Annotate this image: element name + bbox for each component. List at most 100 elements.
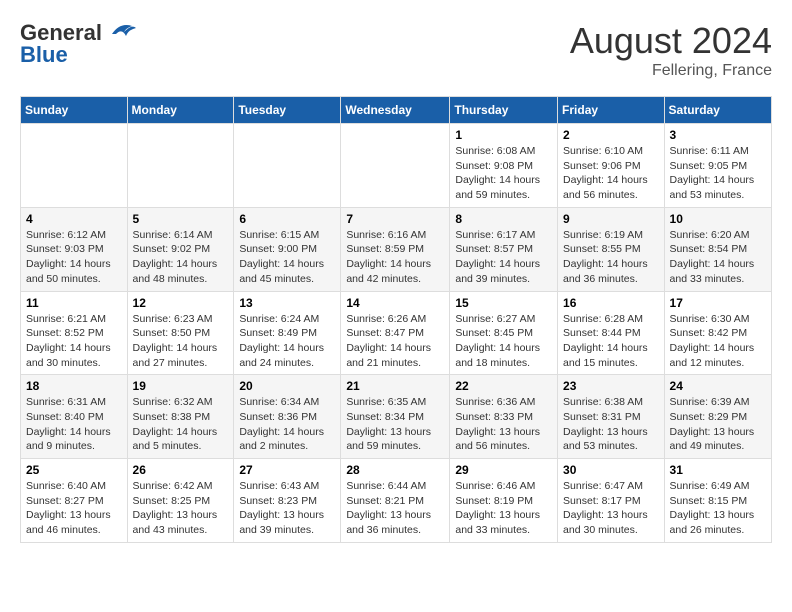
day-number: 22 (455, 379, 552, 393)
weekday-header-saturday: Saturday (664, 97, 771, 124)
calendar-header-row: SundayMondayTuesdayWednesdayThursdayFrid… (21, 97, 772, 124)
day-info: Sunrise: 6:28 AMSunset: 8:44 PMDaylight:… (563, 312, 659, 371)
day-number: 28 (346, 463, 444, 477)
day-number: 2 (563, 128, 659, 142)
logo-bird-icon (104, 20, 136, 42)
month-year-title: August 2024 (570, 20, 772, 62)
day-info: Sunrise: 6:47 AMSunset: 8:17 PMDaylight:… (563, 479, 659, 538)
day-number: 27 (239, 463, 335, 477)
day-number: 26 (133, 463, 229, 477)
weekday-header-tuesday: Tuesday (234, 97, 341, 124)
day-info: Sunrise: 6:16 AMSunset: 8:59 PMDaylight:… (346, 228, 444, 287)
day-info: Sunrise: 6:30 AMSunset: 8:42 PMDaylight:… (670, 312, 766, 371)
day-info: Sunrise: 6:08 AMSunset: 9:08 PMDaylight:… (455, 144, 552, 203)
calendar-cell-16: 12 Sunrise: 6:23 AMSunset: 8:50 PMDayligh… (127, 291, 234, 375)
weekday-header-friday: Friday (558, 97, 665, 124)
day-number: 12 (133, 296, 229, 310)
day-number: 29 (455, 463, 552, 477)
day-number: 6 (239, 212, 335, 226)
calendar-cell-12: 8 Sunrise: 6:17 AMSunset: 8:57 PMDaylight… (450, 207, 558, 291)
day-info: Sunrise: 6:23 AMSunset: 8:50 PMDaylight:… (133, 312, 229, 371)
day-info: Sunrise: 6:10 AMSunset: 9:06 PMDaylight:… (563, 144, 659, 203)
calendar-cell-23: 19 Sunrise: 6:32 AMSunset: 8:38 PMDayligh… (127, 375, 234, 459)
calendar-cell-25: 21Sunrise: 6:35 AMSunset: 8:34 PMDayligh… (341, 375, 450, 459)
calendar-cell-30: 26 Sunrise: 6:42 AMSunset: 8:25 PMDayligh… (127, 459, 234, 543)
day-number: 24 (670, 379, 766, 393)
calendar-cell-31: 27Sunrise: 6:43 AMSunset: 8:23 PMDayligh… (234, 459, 341, 543)
day-info: Sunrise: 6:44 AMSunset: 8:21 PMDaylight:… (346, 479, 444, 538)
day-number: 4 (26, 212, 122, 226)
day-info: Sunrise: 6:39 AMSunset: 8:29 PMDaylight:… (670, 395, 766, 454)
day-info: Sunrise: 6:17 AMSunset: 8:57 PMDaylight:… (455, 228, 552, 287)
day-info: Sunrise: 6:20 AMSunset: 8:54 PMDaylight:… (670, 228, 766, 287)
calendar-cell-5: 1 Sunrise: 6:08 AMSunset: 9:08 PMDaylight… (450, 124, 558, 208)
calendar-cell-18: 14 Sunrise: 6:26 AMSunset: 8:47 PMDayligh… (341, 291, 450, 375)
day-info: Sunrise: 6:27 AMSunset: 8:45 PMDaylight:… (455, 312, 552, 371)
calendar-cell-8: 4Sunrise: 6:12 AMSunset: 9:03 PMDaylight… (21, 207, 128, 291)
day-number: 14 (346, 296, 444, 310)
day-number: 30 (563, 463, 659, 477)
day-info: Sunrise: 6:14 AMSunset: 9:02 PMDaylight:… (133, 228, 229, 287)
calendar-cell-32: 28 Sunrise: 6:44 AMSunset: 8:21 PMDayligh… (341, 459, 450, 543)
calendar-cell-3 (234, 124, 341, 208)
calendar-cell-28: 24 Sunrise: 6:39 AMSunset: 8:29 PMDayligh… (664, 375, 771, 459)
day-number: 25 (26, 463, 122, 477)
day-info: Sunrise: 6:21 AMSunset: 8:52 PMDaylight:… (26, 312, 122, 371)
day-number: 17 (670, 296, 766, 310)
calendar-cell-33: 29Sunrise: 6:46 AMSunset: 8:19 PMDayligh… (450, 459, 558, 543)
calendar-cell-6: 2 Sunrise: 6:10 AMSunset: 9:06 PMDaylight… (558, 124, 665, 208)
day-number: 9 (563, 212, 659, 226)
calendar-cell-24: 20 Sunrise: 6:34 AMSunset: 8:36 PMDayligh… (234, 375, 341, 459)
calendar-cell-29: 25 Sunrise: 6:40 AMSunset: 8:27 PMDayligh… (21, 459, 128, 543)
day-info: Sunrise: 6:49 AMSunset: 8:15 PMDaylight:… (670, 479, 766, 538)
calendar-cell-22: 18Sunrise: 6:31 AMSunset: 8:40 PMDayligh… (21, 375, 128, 459)
calendar-cell-17: 13 Sunrise: 6:24 AMSunset: 8:49 PMDayligh… (234, 291, 341, 375)
day-number: 20 (239, 379, 335, 393)
logo-blue-text: Blue (20, 42, 68, 68)
day-info: Sunrise: 6:26 AMSunset: 8:47 PMDaylight:… (346, 312, 444, 371)
calendar-cell-2 (127, 124, 234, 208)
day-info: Sunrise: 6:40 AMSunset: 8:27 PMDaylight:… (26, 479, 122, 538)
day-info: Sunrise: 6:34 AMSunset: 8:36 PMDaylight:… (239, 395, 335, 454)
calendar-cell-7: 3 Sunrise: 6:11 AMSunset: 9:05 PMDaylight… (664, 124, 771, 208)
day-number: 1 (455, 128, 552, 142)
calendar-week-1: 1 Sunrise: 6:08 AMSunset: 9:08 PMDaylight… (21, 124, 772, 208)
calendar-cell-19: 15 Sunrise: 6:27 AMSunset: 8:45 PMDayligh… (450, 291, 558, 375)
day-info: Sunrise: 6:35 AMSunset: 8:34 PMDaylight:… (346, 395, 444, 454)
day-number: 10 (670, 212, 766, 226)
calendar-cell-14: 10 Sunrise: 6:20 AMSunset: 8:54 PMDayligh… (664, 207, 771, 291)
calendar-cell-4 (341, 124, 450, 208)
day-info: Sunrise: 6:19 AMSunset: 8:55 PMDaylight:… (563, 228, 659, 287)
day-number: 8 (455, 212, 552, 226)
calendar-cell-1 (21, 124, 128, 208)
day-info: Sunrise: 6:36 AMSunset: 8:33 PMDaylight:… (455, 395, 552, 454)
day-number: 11 (26, 296, 122, 310)
day-number: 31 (670, 463, 766, 477)
calendar-cell-34: 30 Sunrise: 6:47 AMSunset: 8:17 PMDayligh… (558, 459, 665, 543)
day-info: Sunrise: 6:11 AMSunset: 9:05 PMDaylight:… (670, 144, 766, 203)
day-number: 3 (670, 128, 766, 142)
day-number: 7 (346, 212, 444, 226)
calendar-table: SundayMondayTuesdayWednesdayThursdayFrid… (20, 96, 772, 543)
day-info: Sunrise: 6:31 AMSunset: 8:40 PMDaylight:… (26, 395, 122, 454)
day-info: Sunrise: 6:32 AMSunset: 8:38 PMDaylight:… (133, 395, 229, 454)
calendar-cell-35: 31 Sunrise: 6:49 AMSunset: 8:15 PMDayligh… (664, 459, 771, 543)
weekday-header-sunday: Sunday (21, 97, 128, 124)
day-number: 19 (133, 379, 229, 393)
day-number: 23 (563, 379, 659, 393)
page-header: General Blue August 2024 Fellering, Fran… (20, 20, 772, 80)
day-info: Sunrise: 6:24 AMSunset: 8:49 PMDaylight:… (239, 312, 335, 371)
calendar-body: 1 Sunrise: 6:08 AMSunset: 9:08 PMDaylight… (21, 124, 772, 543)
location-subtitle: Fellering, France (570, 62, 772, 80)
calendar-cell-9: 5Sunrise: 6:14 AMSunset: 9:02 PMDaylight… (127, 207, 234, 291)
logo: General Blue (20, 20, 136, 68)
day-number: 16 (563, 296, 659, 310)
weekday-header-thursday: Thursday (450, 97, 558, 124)
day-number: 13 (239, 296, 335, 310)
calendar-week-5: 25 Sunrise: 6:40 AMSunset: 8:27 PMDayligh… (21, 459, 772, 543)
day-info: Sunrise: 6:42 AMSunset: 8:25 PMDaylight:… (133, 479, 229, 538)
day-number: 15 (455, 296, 552, 310)
day-info: Sunrise: 6:15 AMSunset: 9:00 PMDaylight:… (239, 228, 335, 287)
weekday-header-monday: Monday (127, 97, 234, 124)
calendar-cell-10: 6 Sunrise: 6:15 AMSunset: 9:00 PMDaylight… (234, 207, 341, 291)
